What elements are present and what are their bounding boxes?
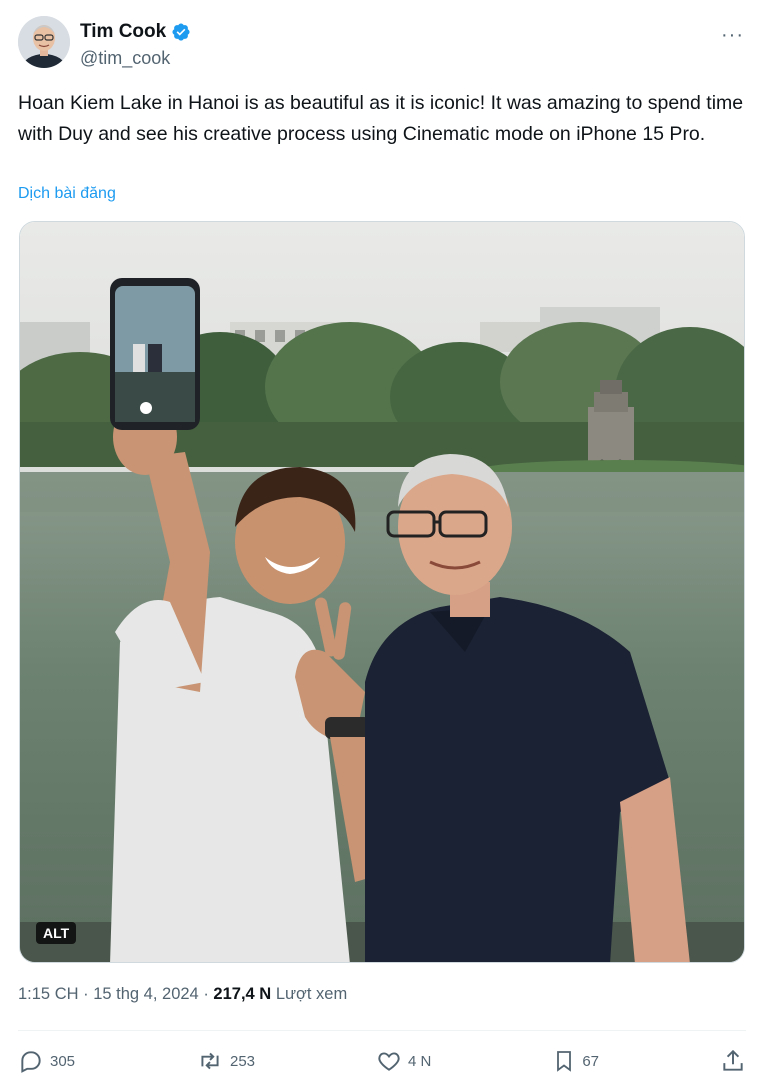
author-display-name[interactable]: Tim Cook (80, 20, 166, 44)
tweet-photo[interactable]: ALT (19, 221, 745, 963)
tweet-header: Tim Cook @tim_cook ··· (18, 14, 746, 74)
repost-icon (201, 1052, 219, 1070)
action-bar: 305 253 4 N 67 (18, 1044, 746, 1078)
tweet-text: Hoan Kiem Lake in Hanoi is as beautiful … (18, 92, 744, 145)
share-icon (723, 1049, 743, 1071)
avatar-image (18, 16, 70, 68)
reply-count: 305 (50, 1052, 76, 1070)
like-icon (378, 1052, 400, 1071)
bookmark-icon (557, 1051, 572, 1072)
views-label: Lượt xem (275, 985, 348, 1003)
share-button[interactable] (720, 1048, 746, 1074)
photo-image (20, 222, 744, 962)
like-count: 4 N (408, 1052, 432, 1070)
alt-badge[interactable]: ALT (36, 922, 77, 944)
like-button[interactable]: 4 N (376, 1048, 431, 1074)
author-display-name-row[interactable]: Tim Cook (80, 20, 191, 44)
more-icon[interactable]: ··· (721, 24, 744, 47)
bookmark-button[interactable]: 67 (552, 1048, 599, 1074)
translate-link[interactable]: Dịch bài đăng (18, 185, 116, 203)
reply-button[interactable]: 305 (18, 1048, 75, 1074)
author-handle[interactable]: @tim_cook (80, 46, 191, 70)
meta-separator: · (203, 985, 209, 1003)
repost-button[interactable]: 253 (196, 1048, 255, 1074)
tweet-meta: 1:15 CH · 15 thg 4, 2024 · 217,4 N Lượt … (18, 985, 347, 1004)
author-names: Tim Cook @tim_cook (80, 20, 191, 70)
bookmark-count: 67 (582, 1052, 599, 1070)
reply-icon (21, 1051, 41, 1073)
author-avatar[interactable] (18, 16, 70, 68)
tweet-date[interactable]: 15 thg 4, 2024 (93, 985, 199, 1003)
divider (18, 1030, 746, 1031)
meta-separator: · (83, 985, 89, 1003)
repost-count: 253 (230, 1052, 256, 1070)
verified-badge-icon (172, 23, 190, 41)
views-count: 217,4 N (213, 985, 272, 1003)
tweet-time[interactable]: 1:15 CH (18, 985, 79, 1003)
